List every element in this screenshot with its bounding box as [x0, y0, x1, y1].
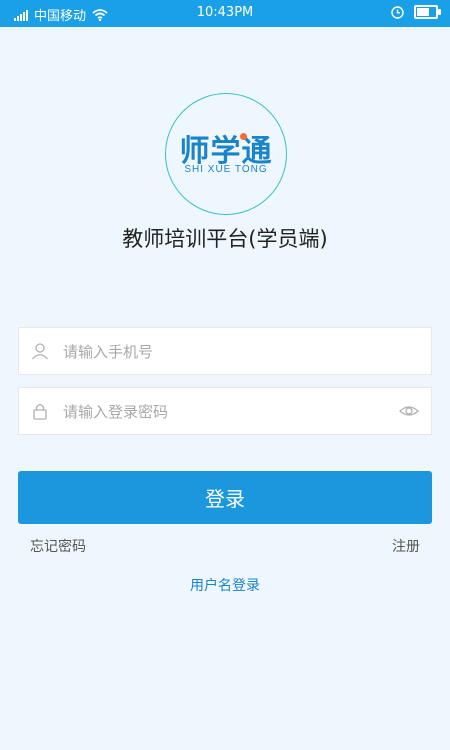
logo-english-text: SHI XUE TONG: [184, 164, 268, 175]
eye-icon[interactable]: [399, 402, 419, 420]
clock: 10:43PM: [196, 5, 254, 20]
status-right: [391, 5, 441, 19]
login-button[interactable]: 登录: [18, 471, 432, 524]
status-bar: 中国移动 10:43PM: [0, 0, 450, 27]
username-login-link[interactable]: 用户名登录: [0, 575, 450, 595]
app-title: 教师培训平台(学员端): [122, 227, 328, 251]
logo-accent-dot: [240, 133, 247, 140]
forgot-password-link[interactable]: 忘记密码: [30, 536, 86, 556]
password-field[interactable]: [18, 387, 432, 436]
alarm-clock-icon: [391, 5, 404, 19]
lock-icon: [33, 404, 47, 420]
password-input[interactable]: [61, 388, 365, 436]
register-link[interactable]: 注册: [392, 536, 420, 556]
user-icon: [32, 343, 48, 360]
battery-icon: [414, 5, 441, 19]
phone-input[interactable]: [61, 328, 395, 376]
phone-field[interactable]: [18, 327, 432, 376]
app-logo: 师学通 SHI XUE TONG: [165, 93, 287, 215]
